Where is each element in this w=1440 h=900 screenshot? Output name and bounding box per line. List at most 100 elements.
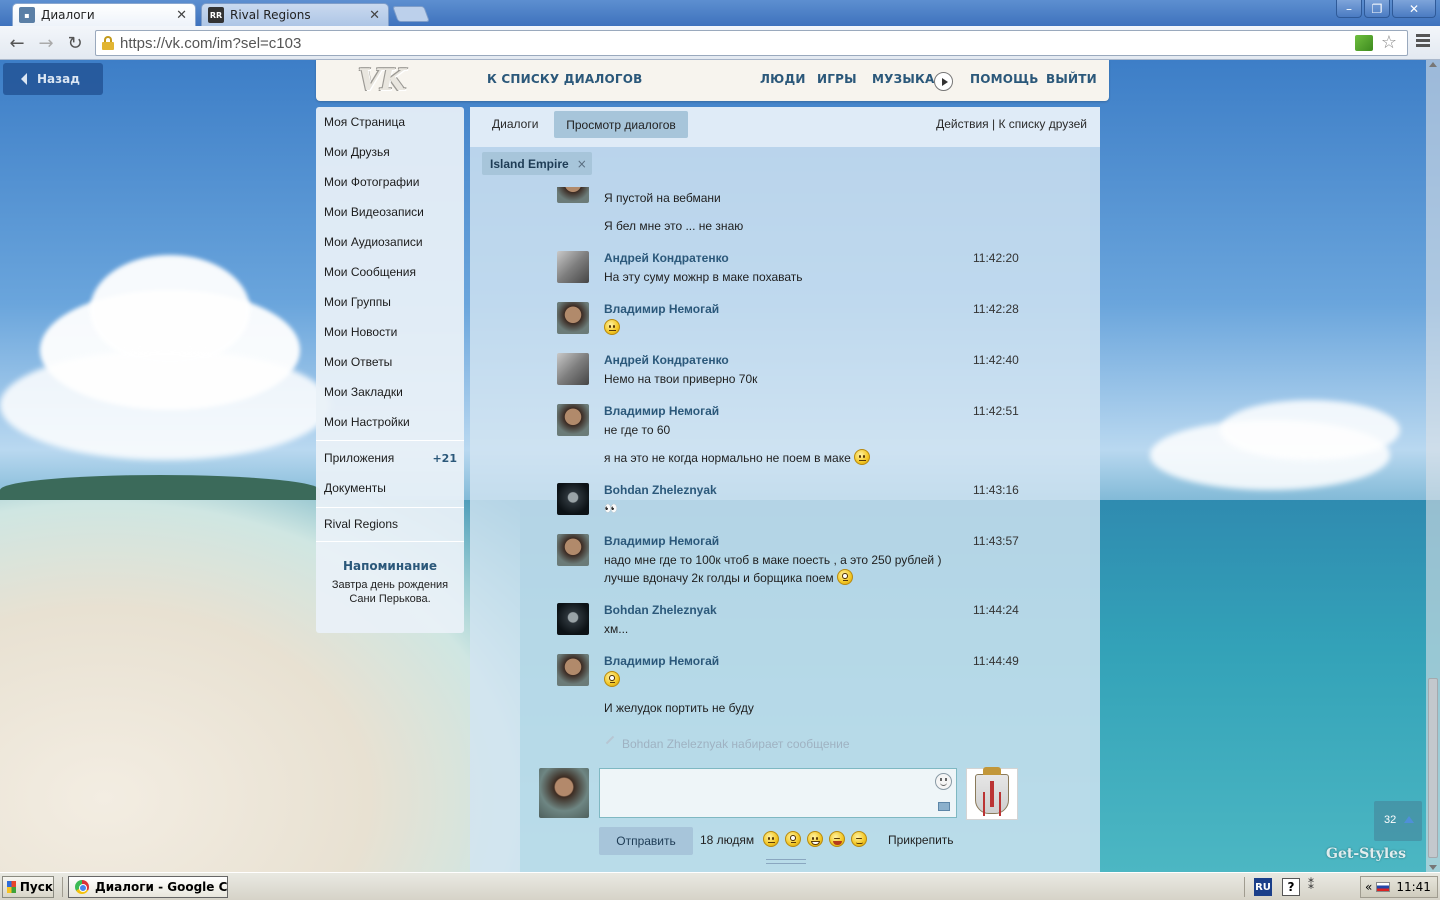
scroll-up-icon[interactable]	[1429, 62, 1437, 67]
sidebar-item-rival-regions[interactable]: Rival Regions	[324, 517, 398, 531]
rolling-eyes-icon[interactable]	[785, 831, 801, 847]
address-bar[interactable]: https://vk.com/im?sel=c103 ☆	[95, 30, 1408, 56]
tray-expand-icon[interactable]: «	[1365, 880, 1372, 894]
message-sender[interactable]: Андрей Кондратенко	[604, 353, 729, 367]
avatar[interactable]	[557, 302, 589, 334]
russian-flag-icon[interactable]	[1376, 882, 1391, 892]
nav-logout[interactable]: ВЫЙТИ	[1046, 72, 1097, 86]
message-time[interactable]: 11:42:20	[973, 251, 1019, 265]
reminder-title: Напоминание	[342, 559, 438, 573]
tab-dialogs[interactable]: ▪ Диалоги ✕	[12, 3, 196, 26]
message-sender[interactable]: Владимир Немогай	[604, 302, 719, 316]
avatar[interactable]	[557, 534, 589, 566]
actions-link[interactable]: Действия	[936, 117, 989, 131]
sidebar-item-answers[interactable]: Мои Ответы	[324, 355, 392, 369]
bookmark-star-icon[interactable]: ☆	[1381, 32, 1397, 53]
to-dialogs-link[interactable]: К СПИСКУ ДИАЛОГОВ	[487, 72, 643, 86]
sidebar-item-messages[interactable]: Мои Сообщения	[324, 265, 416, 279]
chat-avatar[interactable]	[966, 767, 1018, 820]
attach-link[interactable]: Прикрепить	[888, 833, 954, 847]
sidebar-item-news[interactable]: Мои Новости	[324, 325, 397, 339]
message-input[interactable]	[599, 768, 957, 818]
message-sender[interactable]: Bohdan Zheleznyak	[604, 603, 717, 617]
browser-menu-icon[interactable]	[1416, 34, 1430, 49]
message-sender[interactable]: Bohdan Zheleznyak	[604, 483, 717, 497]
tray-app-icon[interactable]: ⁑	[1308, 878, 1314, 892]
tab-rival-regions[interactable]: RR Rival Regions ✕	[201, 3, 389, 26]
sidebar-item-audio[interactable]: Мои Аудиозаписи	[324, 235, 423, 249]
chat-chip[interactable]: Island Empire ×	[482, 152, 592, 175]
avatar[interactable]	[557, 654, 589, 686]
scroll-thumb[interactable]	[1428, 678, 1438, 858]
grin-face-icon[interactable]	[807, 831, 823, 847]
message-sender[interactable]: Андрей Кондратенко	[604, 251, 729, 265]
clock[interactable]: 11:41	[1396, 880, 1431, 894]
message-time[interactable]: 11:44:49	[973, 654, 1019, 668]
nav-games[interactable]: ИГРЫ	[817, 72, 857, 86]
laughing-face-icon[interactable]	[829, 831, 845, 847]
message-time[interactable]: 11:42:28	[973, 302, 1019, 316]
message-history[interactable]: Я пустой на вебмани Я бел мне это ... не…	[470, 187, 1100, 767]
message-time[interactable]: 11:43:16	[973, 483, 1019, 497]
message-time[interactable]: 11:42:51	[973, 404, 1019, 418]
message-sender[interactable]: Владимир Немогай	[604, 534, 719, 548]
back-button[interactable]: Назад	[3, 63, 103, 95]
forward-arrow-icon[interactable]: →	[35, 32, 57, 54]
resize-handle[interactable]	[766, 859, 806, 864]
language-indicator[interactable]: RU	[1254, 878, 1272, 896]
restore-icon[interactable]: ❐	[1364, 0, 1390, 18]
my-avatar[interactable]	[539, 768, 589, 818]
nav-people[interactable]: ЛЮДИ	[760, 72, 806, 86]
back-arrow-icon[interactable]: ←	[6, 32, 28, 54]
reload-icon[interactable]: ↻	[64, 32, 86, 54]
scroll-down-icon[interactable]	[1429, 865, 1437, 870]
sidebar-item-settings[interactable]: Мои Настройки	[324, 415, 410, 429]
vk-logo[interactable]: VK	[358, 63, 406, 98]
neutral-face-icon[interactable]	[763, 831, 779, 847]
scroll-to-top-button[interactable]: 32	[1374, 801, 1422, 841]
tab-close-icon[interactable]: ✕	[176, 8, 187, 23]
avatar[interactable]	[557, 187, 589, 203]
sidebar-item-photos[interactable]: Мои Фотографии	[324, 175, 419, 189]
message-sender[interactable]: Владимир Немогай	[604, 404, 719, 418]
tab-close-icon[interactable]: ✕	[369, 8, 380, 23]
new-tab-button[interactable]	[392, 6, 430, 22]
taskbar-window-chrome[interactable]: Диалоги - Google C...	[68, 876, 228, 898]
sidebar-item-documents[interactable]: Документы	[324, 481, 386, 495]
start-button[interactable]: Пуск	[2, 876, 54, 898]
message-time[interactable]: 11:44:24	[973, 603, 1019, 617]
close-window-icon[interactable]: ✕	[1392, 0, 1436, 18]
extension-icon[interactable]	[1355, 35, 1373, 51]
sidebar-item-bookmarks[interactable]: Мои Закладки	[324, 385, 403, 399]
send-button[interactable]: Отправить	[599, 827, 693, 855]
nav-music[interactable]: МУЗЫКА	[872, 72, 934, 86]
sidebar-item-my-page[interactable]: Моя Страница	[324, 115, 405, 129]
sidebar-item-friends[interactable]: Мои Друзья	[324, 145, 390, 159]
birthday-reminder[interactable]: Напоминание Завтра день рождения Сани Пе…	[316, 559, 464, 606]
page-scrollbar[interactable]	[1426, 60, 1440, 872]
relieved-face-icon[interactable]	[851, 831, 867, 847]
tab-dialogs-link[interactable]: Диалоги	[492, 117, 538, 131]
friends-list-link[interactable]: К списку друзей	[998, 117, 1087, 131]
smile-icon[interactable]	[935, 773, 952, 790]
photo-icon[interactable]	[938, 802, 950, 811]
sidebar-item-groups[interactable]: Мои Группы	[324, 295, 391, 309]
minimize-icon[interactable]: –	[1336, 0, 1362, 18]
tab-view-dialogs[interactable]: Просмотр диалогов	[554, 111, 688, 138]
avatar[interactable]	[557, 251, 589, 283]
message-time[interactable]: 11:43:57	[973, 534, 1019, 548]
reminder-text: Завтра день рождения Сани Перькова.	[316, 578, 464, 606]
sidebar-item-videos[interactable]: Мои Видеозаписи	[324, 205, 424, 219]
apps-count-badge[interactable]: +21	[432, 452, 457, 465]
message-time[interactable]: 11:42:40	[973, 353, 1019, 367]
chip-close-icon[interactable]: ×	[577, 157, 587, 171]
sidebar-item-apps[interactable]: Приложения	[324, 451, 394, 465]
play-icon[interactable]	[934, 72, 953, 91]
nav-help[interactable]: ПОМОЩЬ	[970, 72, 1039, 86]
message-sender[interactable]: Владимир Немогай	[604, 654, 719, 668]
avatar[interactable]	[557, 483, 589, 515]
help-icon[interactable]: ?	[1282, 878, 1300, 896]
avatar[interactable]	[557, 603, 589, 635]
avatar[interactable]	[557, 404, 589, 436]
avatar[interactable]	[557, 353, 589, 385]
